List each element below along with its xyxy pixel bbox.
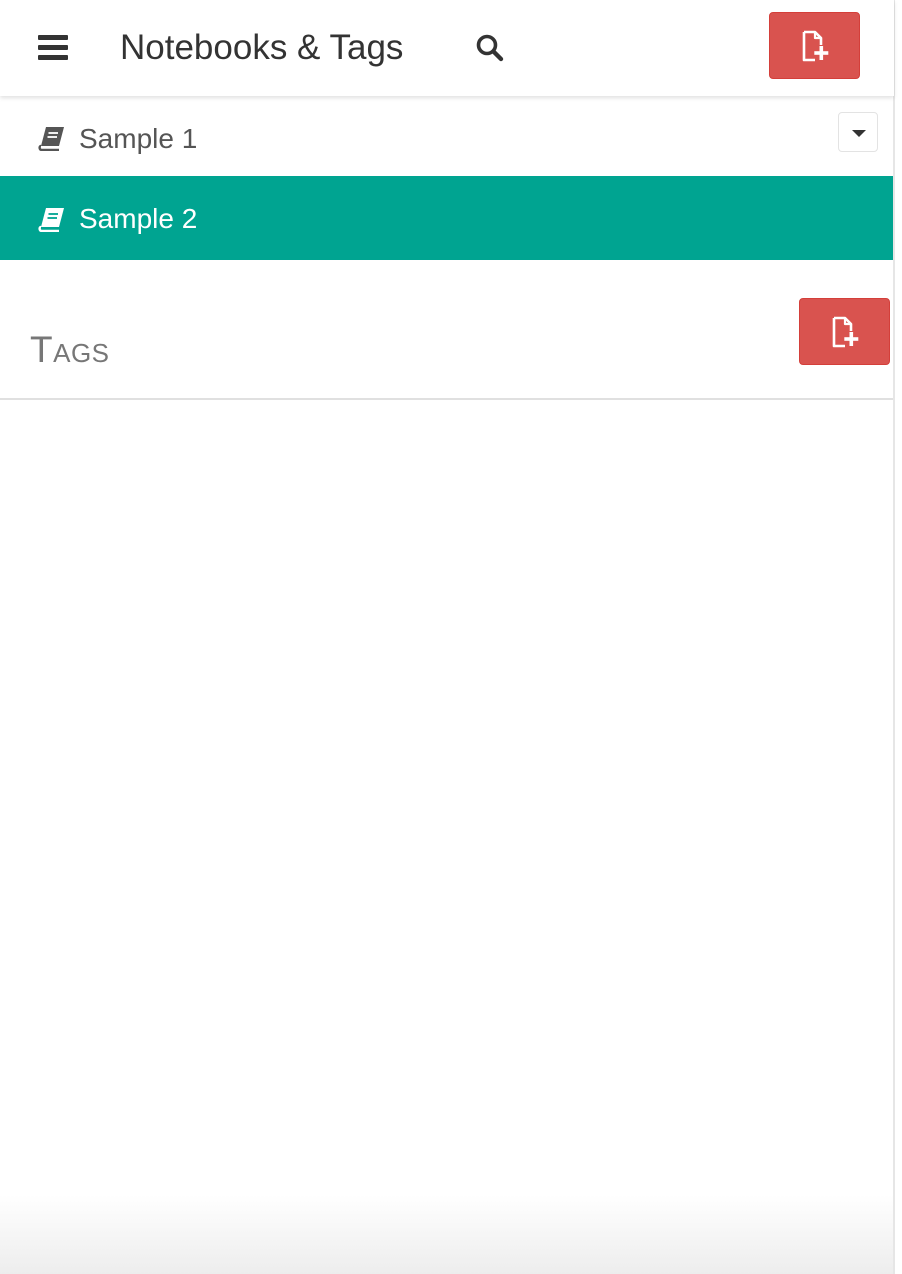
notebook-label: Sample 2	[79, 203, 198, 234]
notebook-item-sample-2[interactable]: Sample 2	[0, 176, 894, 260]
search-icon	[476, 34, 504, 62]
page-title: Notebooks & Tags	[120, 28, 404, 67]
panel-border	[893, 0, 895, 1274]
file-add-icon	[832, 316, 858, 347]
new-notebook-button[interactable]	[769, 12, 860, 79]
hamburger-line	[38, 45, 68, 50]
hamburger-line	[38, 55, 68, 60]
notebook-item-sample-1[interactable]: Sample 1	[0, 96, 894, 176]
book-icon	[38, 208, 64, 232]
menu-button[interactable]	[36, 33, 72, 63]
header-bar: Notebooks & Tags	[0, 0, 894, 96]
tags-divider	[0, 398, 894, 400]
book-icon	[38, 127, 64, 151]
file-add-icon	[802, 30, 828, 61]
notebook-label: Sample 1	[79, 123, 198, 154]
bottom-shadow	[0, 1195, 894, 1274]
caret-down-icon	[852, 130, 866, 137]
search-button[interactable]	[474, 32, 506, 64]
notebook-options-dropdown[interactable]	[838, 112, 878, 152]
app-window: Notebooks & Tags Sample 1 Sample 2 Tags	[0, 0, 902, 1274]
tags-section-title: Tags	[30, 329, 110, 370]
hamburger-line	[38, 35, 68, 40]
new-tag-button[interactable]	[799, 298, 890, 365]
notebook-list: Sample 1 Sample 2	[0, 96, 894, 260]
